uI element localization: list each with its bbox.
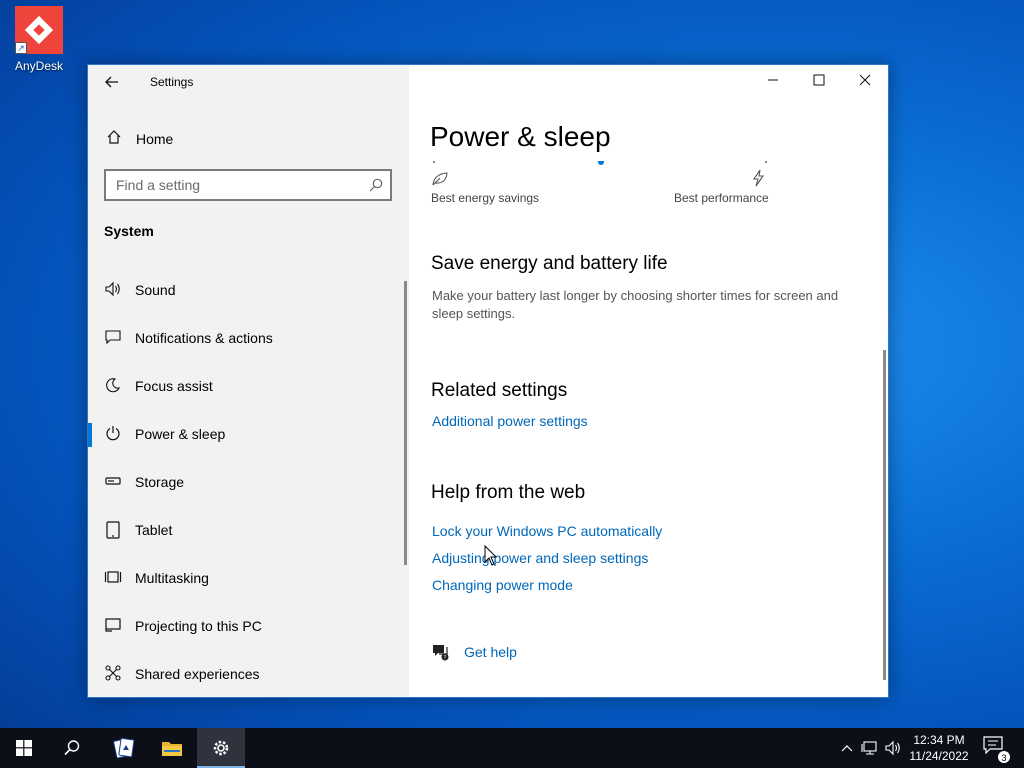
sidebar-item-sound[interactable]: Sound [88,267,409,315]
search-box[interactable] [104,169,392,201]
title-bar: Settings [88,65,409,99]
taskbar-app-file-explorer[interactable] [148,728,196,768]
get-help-icon[interactable]: ? [430,643,450,661]
slider-tick [765,161,767,163]
clock-time: 12:34 PM [913,733,965,747]
active-indicator [88,423,92,447]
help-heading: Help from the web [431,482,586,503]
help-link-adjusting-power[interactable]: Adjusting power and sleep settings [432,550,648,566]
search-button[interactable] [48,728,96,768]
tablet-icon [102,521,124,541]
minimize-icon [768,79,778,81]
sidebar-item-projecting[interactable]: Projecting to this PC [88,603,409,651]
maximize-button[interactable] [796,65,842,97]
sidebar-item-storage[interactable]: Storage [88,459,409,507]
settings-window: Settings Home System Sound [87,64,889,698]
taskbar-app-settings[interactable] [197,728,245,768]
multitasking-icon [102,569,124,589]
moon-icon [102,377,124,397]
power-mode-slider[interactable]: Best energy savings Best performance [431,161,771,211]
close-button[interactable] [842,65,888,97]
search-icon [64,740,80,756]
start-button[interactable] [0,728,48,768]
sidebar-item-multitasking[interactable]: Multitasking [88,555,409,603]
show-hidden-icons-button[interactable] [838,740,856,756]
sidebar-scrollbar[interactable] [404,281,407,565]
clock-date: 11/24/2022 [909,749,969,763]
sidebar-item-label: Multitasking [135,570,209,586]
sidebar-item-home[interactable]: Home [88,121,409,157]
taskbar-app-solitaire[interactable] [100,728,148,768]
sidebar-item-focus-assist[interactable]: Focus assist [88,363,409,411]
sidebar-item-tablet[interactable]: Tablet [88,507,409,555]
sidebar-item-power-sleep[interactable]: Power & sleep [88,411,409,459]
help-link-changing-power-mode[interactable]: Changing power mode [432,577,573,593]
shared-experiences-icon [102,665,124,685]
mouse-cursor-icon [484,544,498,567]
volume-button[interactable] [884,740,902,756]
sidebar-item-label: Sound [135,282,176,298]
network-button[interactable] [861,740,879,756]
slider-thumb[interactable] [598,161,604,165]
solitaire-icon [113,737,135,759]
network-icon [861,741,877,755]
window-title: Settings [150,75,194,89]
sidebar-item-label: Focus assist [135,378,213,394]
chevron-up-icon [841,745,853,752]
sidebar-item-notifications[interactable]: Notifications & actions [88,315,409,363]
main-content: Power & sleep Best energy savings Best p… [409,65,888,697]
additional-power-settings-link[interactable]: Additional power settings [432,413,588,429]
sidebar-nav: Sound Notifications & actions Focus assi… [88,267,409,699]
taskbar: 12:34 PM 11/24/2022 3 [0,728,1024,768]
search-icon[interactable] [368,177,384,193]
sidebar: Settings Home System Sound [88,65,409,697]
sidebar-item-label: Power & sleep [135,426,226,442]
power-mode-right-label: Best performance [674,191,769,205]
clock[interactable]: 12:34 PM 11/24/2022 [904,732,974,764]
storage-icon [102,473,124,493]
sidebar-item-label: Tablet [135,522,173,538]
sidebar-item-shared-experiences[interactable]: Shared experiences [88,651,409,699]
help-link-lock-pc[interactable]: Lock your Windows PC automatically [432,523,662,539]
back-button[interactable] [100,71,124,93]
action-center-button[interactable]: 3 [983,736,1011,764]
sidebar-item-label: Projecting to this PC [135,618,262,634]
page-title: Power & sleep [430,121,611,152]
main-scrollbar[interactable] [883,350,886,680]
arrow-left-icon [105,76,118,88]
sidebar-item-label: Home [136,131,174,147]
anydesk-icon: ↗ [15,6,63,54]
desktop-icon-label: AnyDesk [14,59,64,73]
power-icon [102,425,124,445]
sidebar-item-label: Shared experiences [135,666,260,682]
svg-text:?: ? [444,655,447,661]
speaker-icon [885,740,900,756]
leaf-icon [431,171,451,187]
power-mode-left-label: Best energy savings [431,191,540,205]
save-energy-heading: Save energy and battery life [431,253,668,274]
sidebar-item-label: Notifications & actions [135,330,273,346]
speaker-icon [102,281,124,301]
windows-logo-icon [16,740,32,756]
maximize-icon [813,74,825,86]
minimize-button[interactable] [750,65,796,97]
lightning-icon [751,169,767,187]
shortcut-arrow-icon: ↗ [15,42,27,54]
section-label: System [104,223,154,239]
related-settings-heading: Related settings [431,380,568,401]
notification-badge: 3 [997,750,1011,764]
search-input[interactable] [106,171,356,199]
window-controls [750,65,888,97]
desktop-icon-anydesk[interactable]: ↗ AnyDesk [8,6,70,73]
projector-icon [102,617,124,637]
notification-icon [102,329,124,349]
gear-icon [213,740,229,756]
slider-tick [433,161,435,163]
sidebar-item-label: Storage [135,474,185,490]
get-help-link[interactable]: Get help [464,644,517,660]
home-icon [104,129,124,149]
folder-icon [162,742,182,756]
save-energy-description: Make your battery last longer by choosin… [432,288,839,321]
close-icon [859,74,871,86]
